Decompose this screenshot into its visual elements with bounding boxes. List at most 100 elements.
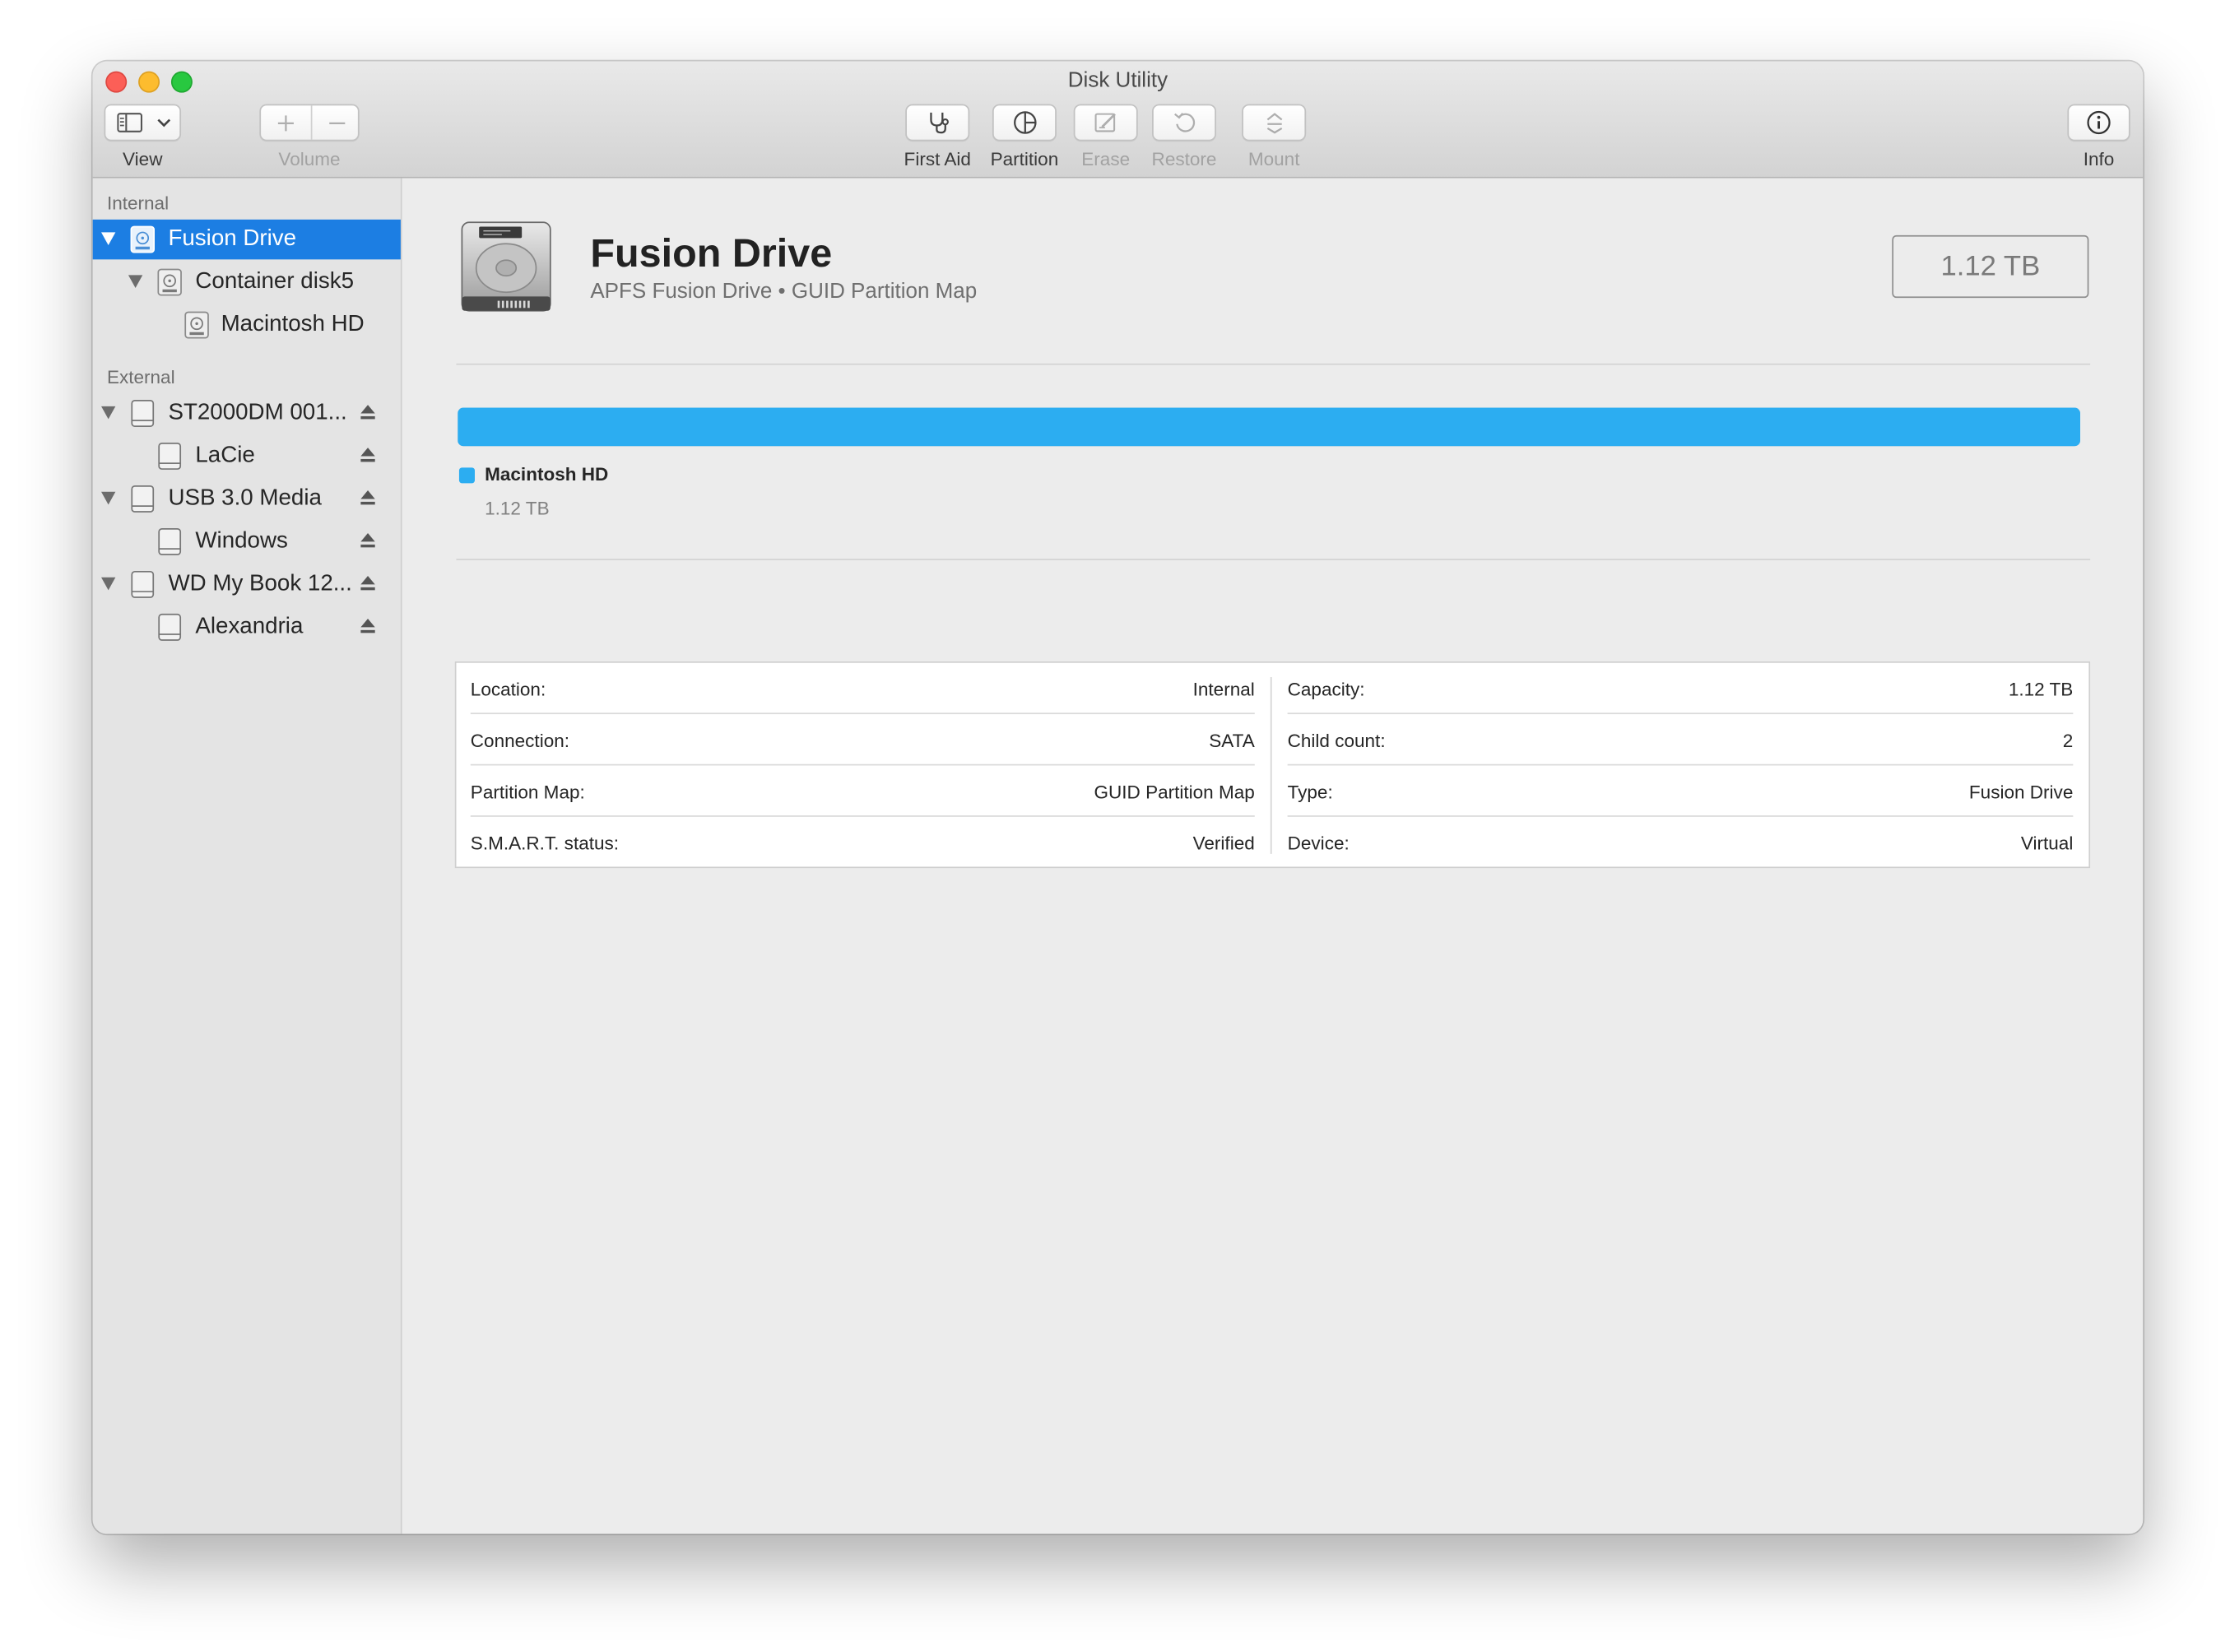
restore-button[interactable] xyxy=(1152,104,1216,142)
info-key: Device: xyxy=(1287,832,1350,854)
legend-volume-name: Macintosh HD xyxy=(485,463,609,485)
window-title: Disk Utility xyxy=(1067,68,1168,93)
disclosure-triangle-icon[interactable] xyxy=(101,406,116,420)
sidebar-item-label: LaCie xyxy=(195,443,255,468)
external-disk-icon xyxy=(131,485,155,513)
info-label: Info xyxy=(2083,148,2115,170)
add-volume-button[interactable] xyxy=(261,105,311,140)
sidebar-item-container-disk5[interactable]: Container disk5 xyxy=(93,262,401,303)
first-aid-button[interactable] xyxy=(905,104,970,142)
info-key: Connection: xyxy=(470,730,570,752)
sidebar-item-label: Macintosh HD xyxy=(221,312,365,336)
eject-icon[interactable] xyxy=(360,489,377,506)
sidebar-item-label: WD My Book 12... xyxy=(168,571,352,596)
capacity-box: 1.12 TB xyxy=(1892,234,2089,299)
external-disk-icon xyxy=(158,443,182,470)
info-key: Partition Map: xyxy=(470,781,585,803)
eject-icon[interactable] xyxy=(360,531,377,549)
erase-button[interactable] xyxy=(1073,104,1138,142)
toolbar: Disk Utility View Volume First Aid Parti… xyxy=(92,61,2144,179)
info-row-child-count: Child count: 2 xyxy=(1287,714,2074,766)
sidebar-item-label: USB 3.0 Media xyxy=(168,485,322,511)
view-button[interactable] xyxy=(104,104,182,142)
info-icon xyxy=(2087,110,2111,135)
sidebar-item-windows[interactable]: Windows xyxy=(93,522,401,562)
sidebar-item-label: Alexandria xyxy=(195,614,304,639)
usage-bar-fill xyxy=(458,407,2081,447)
info-column-right: Capacity: 1.12 TB Child count: 2 Type: F… xyxy=(1287,663,2089,868)
first-aid-label: First Aid xyxy=(904,148,971,170)
hard-drive-icon xyxy=(461,221,551,312)
eject-icon[interactable] xyxy=(360,574,377,592)
volume-label: Volume xyxy=(278,148,341,170)
sidebar-item-macintosh-hd[interactable]: Macintosh HD xyxy=(93,305,401,346)
sidebar-item-label: ST2000DM 001... xyxy=(168,400,347,425)
minus-icon xyxy=(328,121,345,124)
disclosure-triangle-icon[interactable] xyxy=(101,491,116,505)
sidebar: Internal Fusion Drive Container disk5 Ma… xyxy=(92,178,402,1534)
volume-segmented-control xyxy=(259,104,360,142)
disclosure-triangle-icon[interactable] xyxy=(101,232,116,246)
sidebar-section-external: External xyxy=(106,366,175,388)
partition-label: Partition xyxy=(990,148,1059,170)
info-button[interactable] xyxy=(2067,104,2130,142)
info-row-capacity: Capacity: 1.12 TB xyxy=(1287,663,2074,715)
view-label: View xyxy=(123,148,163,170)
disclosure-triangle-icon[interactable] xyxy=(128,275,143,289)
info-row-smart-status: S.M.A.R.T. status: Verified xyxy=(471,817,1255,868)
external-disk-icon xyxy=(131,570,155,598)
external-disk-icon xyxy=(158,613,182,641)
info-row-location: Location: Internal xyxy=(470,663,1255,715)
restore-label: Restore xyxy=(1151,148,1217,170)
chevron-down-icon xyxy=(157,118,171,127)
disk-subtitle: APFS Fusion Drive • GUID Partition Map xyxy=(590,279,978,304)
disk-utility-window: Disk Utility View Volume First Aid Parti… xyxy=(92,61,2144,1534)
sidebar-item-fusion-drive[interactable]: Fusion Drive xyxy=(92,219,401,260)
legend-volume-size: 1.12 TB xyxy=(485,497,550,519)
main-pane: Fusion Drive APFS Fusion Drive • GUID Pa… xyxy=(402,178,2144,1534)
info-key: S.M.A.R.T. status: xyxy=(470,832,620,854)
internal-disk-icon xyxy=(157,268,182,296)
sidebar-section-internal: Internal xyxy=(106,192,170,214)
info-row-device: Device: Virtual xyxy=(1288,817,2074,868)
info-key: Location: xyxy=(470,678,546,700)
sidebar-item-st2000dm[interactable]: ST2000DM 001... xyxy=(93,393,401,434)
info-table: Location: Internal Connection: SATA Part… xyxy=(454,661,2091,869)
sidebar-item-label: Fusion Drive xyxy=(168,226,297,251)
external-disk-icon xyxy=(158,527,182,555)
partition-button[interactable] xyxy=(992,104,1057,142)
restore-arrow-icon xyxy=(1173,113,1195,132)
sidebar-item-label: Windows xyxy=(195,528,288,554)
pencil-erase-icon xyxy=(1094,113,1116,132)
sidebar-item-lacie[interactable]: LaCie xyxy=(93,436,401,476)
pie-chart-icon xyxy=(1013,111,1036,134)
eject-icon[interactable] xyxy=(360,617,377,634)
legend-swatch xyxy=(458,467,475,484)
info-value: Internal xyxy=(1192,678,1255,700)
mount-icon xyxy=(1266,113,1282,134)
info-key: Type: xyxy=(1287,781,1333,803)
sidebar-icon xyxy=(117,113,143,132)
disclosure-triangle-icon[interactable] xyxy=(101,577,116,591)
internal-disk-icon xyxy=(184,311,209,339)
mount-label: Mount xyxy=(1247,148,1300,170)
eject-icon[interactable] xyxy=(360,403,377,420)
usage-bar xyxy=(458,407,2081,447)
sidebar-item-wd-my-book[interactable]: WD My Book 12... xyxy=(93,564,401,605)
disk-name: Fusion Drive xyxy=(590,230,833,276)
info-value: Virtual xyxy=(2020,832,2074,854)
sidebar-item-alexandria[interactable]: Alexandria xyxy=(93,607,401,647)
info-row-partition-map: Partition Map: GUID Partition Map xyxy=(470,765,1255,817)
sidebar-item-usb-media[interactable]: USB 3.0 Media xyxy=(93,479,401,519)
info-value: SATA xyxy=(1209,730,1255,752)
divider xyxy=(456,363,2091,365)
plus-icon xyxy=(277,114,294,131)
info-value: Fusion Drive xyxy=(1968,781,2074,803)
info-value: GUID Partition Map xyxy=(1094,781,1255,803)
divider xyxy=(456,559,2091,560)
info-key: Child count: xyxy=(1287,730,1386,752)
info-row-connection: Connection: SATA xyxy=(470,714,1255,766)
remove-volume-button[interactable] xyxy=(312,105,360,140)
mount-button[interactable] xyxy=(1242,104,1307,142)
eject-icon[interactable] xyxy=(360,446,377,463)
